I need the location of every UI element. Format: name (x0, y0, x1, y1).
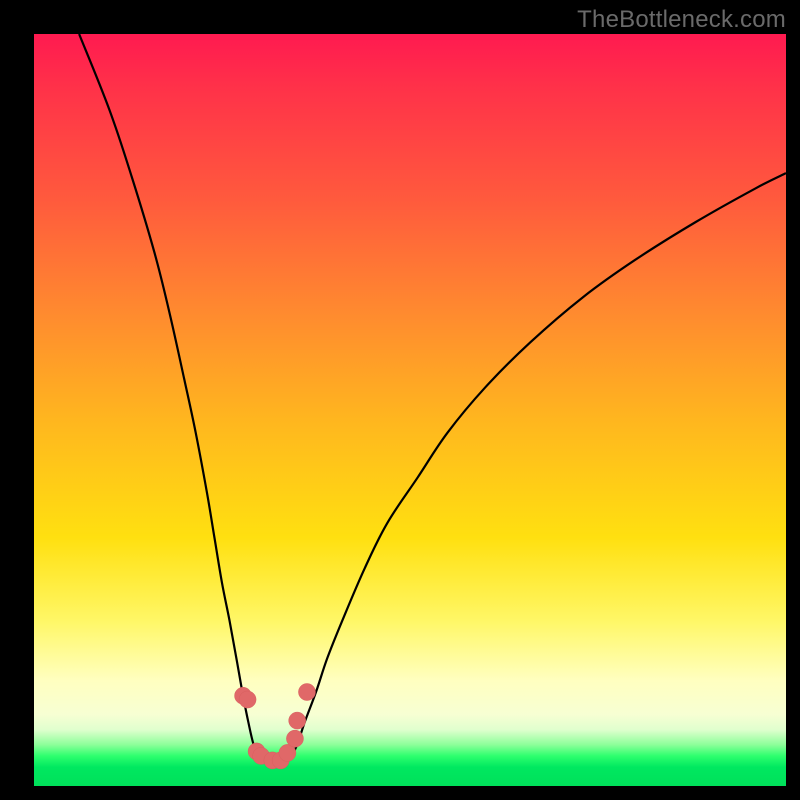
data-marker (298, 684, 315, 701)
data-marker (286, 730, 303, 747)
chart-frame: TheBottleneck.com (0, 0, 800, 800)
chart-svg (34, 34, 786, 786)
markers-group (235, 684, 316, 769)
plot-area (34, 34, 786, 786)
data-marker (289, 712, 306, 729)
watermark-text: TheBottleneck.com (577, 6, 786, 34)
curve-right (290, 173, 786, 760)
data-marker (239, 691, 256, 708)
curve-left (79, 34, 259, 760)
